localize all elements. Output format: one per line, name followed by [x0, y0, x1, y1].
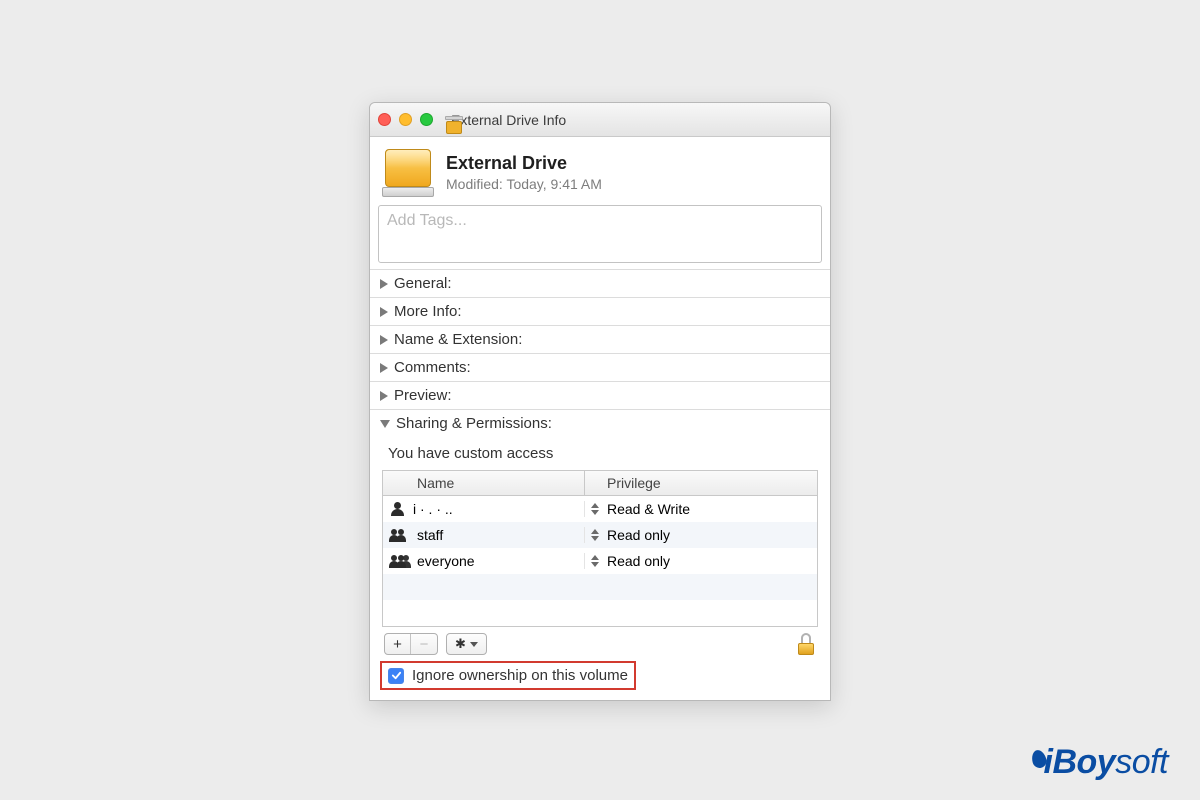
gear-icon: ✱ — [455, 636, 466, 652]
remove-button: − — [411, 634, 437, 654]
ignore-ownership-checkbox[interactable] — [388, 668, 404, 684]
titlebar[interactable]: External Drive Info — [370, 103, 830, 137]
zoom-icon[interactable] — [420, 113, 433, 126]
lock-icon[interactable] — [796, 633, 816, 655]
disclosure-triangle-icon — [380, 420, 390, 428]
section-label: Preview: — [394, 387, 452, 404]
privilege-value: Read only — [607, 527, 670, 543]
add-remove-segment: + − — [384, 633, 438, 655]
section-label: General: — [394, 275, 452, 292]
item-name: External Drive — [446, 153, 602, 174]
table-row[interactable]: i · . · .. Read & Write — [383, 496, 817, 522]
privilege-stepper-icon[interactable] — [591, 502, 601, 516]
minimize-icon[interactable] — [399, 113, 412, 126]
section-general[interactable]: General: — [370, 269, 830, 297]
privilege-value: Read only — [607, 553, 670, 569]
column-privilege[interactable]: Privilege — [585, 471, 817, 495]
ignore-ownership-row[interactable]: Ignore ownership on this volume — [380, 661, 636, 690]
privilege-value: Read & Write — [607, 501, 690, 517]
add-button[interactable]: + — [385, 634, 411, 654]
get-info-window: External Drive Info External Drive Modif… — [369, 102, 831, 701]
user-name: everyone — [417, 553, 475, 569]
tags-input[interactable] — [387, 212, 813, 230]
column-name[interactable]: Name — [383, 471, 585, 495]
brand-soft: soft — [1115, 743, 1168, 782]
chevron-down-icon — [470, 642, 478, 647]
access-summary: You have custom access — [382, 441, 818, 470]
table-row — [383, 600, 817, 626]
section-label: Comments: — [394, 359, 471, 376]
table-row[interactable]: staff Read only — [383, 522, 817, 548]
ignore-ownership-label: Ignore ownership on this volume — [412, 667, 628, 684]
user-icon — [389, 502, 407, 516]
section-more-info[interactable]: More Info: — [370, 297, 830, 325]
table-row — [383, 574, 817, 600]
tags-field[interactable] — [378, 205, 822, 263]
section-sharing-permissions[interactable]: Sharing & Permissions: — [370, 409, 830, 437]
section-comments[interactable]: Comments: — [370, 353, 830, 381]
modified-value: Today, 9:41 AM — [506, 176, 601, 192]
table-row[interactable]: everyone Read only — [383, 548, 817, 574]
brand-boy: Boy — [1052, 743, 1115, 782]
watermark-logo: i Boy soft — [1032, 743, 1169, 782]
section-preview[interactable]: Preview: — [370, 381, 830, 409]
group-icon — [389, 554, 411, 568]
disclosure-triangle-icon — [380, 363, 388, 373]
window-title: External Drive Info — [451, 112, 566, 128]
disclosure-triangle-icon — [380, 279, 388, 289]
disclosure-triangle-icon — [380, 391, 388, 401]
permissions-controls: + − ✱ — [382, 627, 818, 659]
permissions-table: Name Privilege i · . · .. Read & Write — [382, 470, 818, 627]
user-name: staff — [417, 527, 443, 543]
disclosure-triangle-icon — [380, 335, 388, 345]
action-menu-button[interactable]: ✱ — [446, 633, 487, 655]
group-icon — [389, 528, 411, 542]
section-label: Sharing & Permissions: — [396, 415, 552, 432]
close-icon[interactable] — [378, 113, 391, 126]
section-label: More Info: — [394, 303, 462, 320]
section-label: Name & Extension: — [394, 331, 522, 348]
section-name-extension[interactable]: Name & Extension: — [370, 325, 830, 353]
permissions-rows: i · . · .. Read & Write staff Rea — [383, 496, 817, 626]
sharing-permissions-panel: You have custom access Name Privilege i … — [370, 437, 830, 659]
privilege-stepper-icon[interactable] — [591, 554, 601, 568]
drive-icon — [382, 147, 434, 197]
disclosure-triangle-icon — [380, 307, 388, 317]
modified-label: Modified: — [446, 176, 503, 192]
window-controls — [378, 113, 433, 126]
permissions-header: Name Privilege — [383, 471, 817, 496]
modified-line: Modified: Today, 9:41 AM — [446, 176, 602, 192]
privilege-stepper-icon[interactable] — [591, 528, 601, 542]
user-name: i · . · .. — [413, 501, 453, 517]
info-header: External Drive Modified: Today, 9:41 AM — [370, 137, 830, 205]
